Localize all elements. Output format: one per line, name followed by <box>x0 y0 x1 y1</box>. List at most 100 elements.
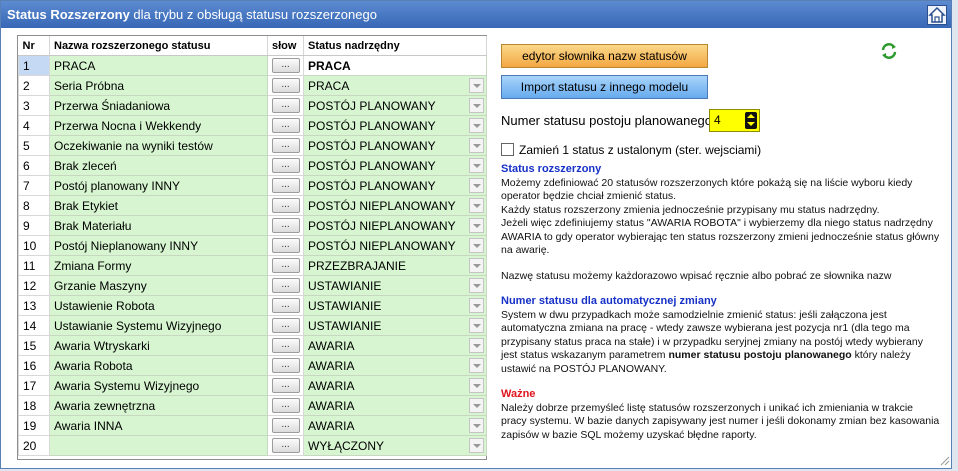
chevron-down-icon[interactable] <box>469 358 484 373</box>
status-name-cell[interactable]: Postój Nieplanowany INNY <box>49 235 268 256</box>
table-row[interactable]: 6 Brak zleceń... POSTÓJ PLANOWANY <box>18 155 487 176</box>
table-row[interactable]: 19 Awaria INNA... AWARIA <box>18 415 487 436</box>
chevron-down-icon[interactable] <box>469 138 484 153</box>
chevron-down-icon[interactable] <box>469 178 484 193</box>
table-row[interactable]: 4 Przerwa Nocna i Wekkendy... POSTÓJ PLANO… <box>18 115 487 136</box>
chevron-down-icon[interactable] <box>469 398 484 413</box>
status-name-cell[interactable]: Oczekiwanie na wyniki testów <box>49 135 268 156</box>
status-name-cell[interactable]: Awaria Systemu Wizyjnego <box>49 375 268 396</box>
dictionary-button[interactable]: ... <box>271 398 300 413</box>
table-row[interactable]: 16 Awaria Robota... AWARIA <box>18 355 487 376</box>
chevron-down-icon[interactable] <box>469 378 484 393</box>
chevron-down-icon[interactable] <box>469 158 484 173</box>
status-name-cell[interactable]: Przerwa Śniadaniowa <box>49 95 268 116</box>
dictionary-button[interactable]: ... <box>271 238 300 253</box>
table-row[interactable]: 15 Awaria Wtryskarki... AWARIA <box>18 335 487 356</box>
dictionary-button[interactable]: ... <box>271 278 300 293</box>
status-name-cell[interactable]: Awaria zewnętrzna <box>49 395 268 416</box>
status-name-cell[interactable]: Brak Etykiet <box>49 195 268 216</box>
status-name-cell[interactable]: Ustawienie Robota <box>49 295 268 316</box>
home-icon[interactable] <box>927 5 947 25</box>
parent-status-cell[interactable]: USTAWIANIE <box>303 275 487 296</box>
dictionary-button[interactable]: ... <box>271 418 300 433</box>
chevron-down-icon[interactable] <box>469 438 484 453</box>
dictionary-button[interactable]: ... <box>271 98 300 113</box>
table-row[interactable]: 5 Oczekiwanie na wyniki testów... POSTÓJ P… <box>18 135 487 156</box>
parent-status-cell[interactable]: AWARIA <box>303 355 487 376</box>
chevron-down-icon[interactable] <box>469 198 484 213</box>
chevron-down-icon[interactable] <box>469 338 484 353</box>
table-row[interactable]: 14 Ustawianie Systemu Wizyjnego... USTAWIA… <box>18 315 487 336</box>
table-row[interactable]: 1 PRACA... PRACA <box>18 55 487 76</box>
chevron-down-icon[interactable] <box>469 78 484 93</box>
chevron-down-icon[interactable] <box>469 298 484 313</box>
dictionary-button[interactable]: ... <box>271 298 300 313</box>
status-name-cell[interactable]: Brak zleceń <box>49 155 268 176</box>
dictionary-button[interactable]: ... <box>271 198 300 213</box>
table-row[interactable]: 13 Ustawienie Robota... USTAWIANIE <box>18 295 487 316</box>
parent-status-cell[interactable]: POSTÓJ PLANOWANY <box>303 115 487 136</box>
table-row[interactable]: 11 Zmiana Formy... PRZEZBRAJANIE <box>18 255 487 276</box>
parent-status-cell[interactable]: POSTÓJ NIEPLANOWANY <box>303 215 487 236</box>
checkbox-box[interactable] <box>501 143 514 156</box>
table-row[interactable]: 18 Awaria zewnętrzna... AWARIA <box>18 395 487 416</box>
status-name-cell[interactable] <box>49 435 268 456</box>
status-name-cell[interactable]: Awaria Wtryskarki <box>49 335 268 356</box>
dictionary-button[interactable]: ... <box>271 338 300 353</box>
chevron-down-icon[interactable] <box>469 98 484 113</box>
status-name-cell[interactable]: Seria Próbna <box>49 75 268 96</box>
dictionary-button[interactable]: ... <box>271 58 300 73</box>
parent-status-cell[interactable]: AWARIA <box>303 395 487 416</box>
resize-grip-icon[interactable] <box>940 453 950 466</box>
dictionary-button[interactable]: ... <box>271 218 300 233</box>
parent-status-cell[interactable]: PRZEZBRAJANIE <box>303 255 487 276</box>
parent-status-cell[interactable]: POSTÓJ NIEPLANOWANY <box>303 195 487 216</box>
parent-status-cell[interactable]: POSTÓJ PLANOWANY <box>303 135 487 156</box>
table-row[interactable]: 7 Postój planowany INNY... POSTÓJ PLANOWAN… <box>18 175 487 196</box>
parent-status-cell[interactable]: WYŁĄCZONY <box>303 435 487 456</box>
dictionary-button[interactable]: ... <box>271 378 300 393</box>
dictionary-button[interactable]: ... <box>271 318 300 333</box>
dictionary-button[interactable]: ... <box>271 138 300 153</box>
refresh-icon[interactable] <box>880 42 898 60</box>
dictionary-button[interactable]: ... <box>271 258 300 273</box>
planned-status-spinner[interactable]: 4 <box>709 109 760 132</box>
chevron-down-icon[interactable] <box>469 278 484 293</box>
chevron-down-icon[interactable] <box>469 418 484 433</box>
import-status-button[interactable]: Import statusu z innego modelu <box>501 75 708 99</box>
status-name-cell[interactable]: Ustawianie Systemu Wizyjnego <box>49 315 268 336</box>
table-row[interactable]: 9 Brak Materiału... POSTÓJ NIEPLANOWANY <box>18 215 487 236</box>
parent-status-cell[interactable]: PRACA <box>303 55 487 76</box>
status-name-cell[interactable]: Awaria INNA <box>49 415 268 436</box>
status-name-cell[interactable]: Postój planowany INNY <box>49 175 268 196</box>
dictionary-button[interactable]: ... <box>271 78 300 93</box>
parent-status-cell[interactable]: PRACA <box>303 75 487 96</box>
table-row[interactable]: 2 Seria Próbna... PRACA <box>18 75 487 96</box>
parent-status-cell[interactable]: USTAWIANIE <box>303 295 487 316</box>
status-name-cell[interactable]: Przerwa Nocna i Wekkendy <box>49 115 268 136</box>
status-name-cell[interactable]: PRACA <box>49 55 268 76</box>
parent-status-cell[interactable]: AWARIA <box>303 415 487 436</box>
status-name-cell[interactable]: Awaria Robota <box>49 355 268 376</box>
dictionary-editor-button[interactable]: edytor słownika nazw statusów <box>501 44 708 68</box>
parent-status-cell[interactable]: AWARIA <box>303 375 487 396</box>
table-row[interactable]: 17 Awaria Systemu Wizyjnego... AWARIA <box>18 375 487 396</box>
status-name-cell[interactable]: Zmiana Formy <box>49 255 268 276</box>
replace-status-checkbox[interactable]: Zamień 1 status z ustalonym (ster. wejsc… <box>501 143 761 157</box>
chevron-down-icon[interactable] <box>469 118 484 133</box>
table-row[interactable]: 20... WYŁĄCZONY <box>18 435 487 456</box>
parent-status-cell[interactable]: AWARIA <box>303 335 487 356</box>
parent-status-cell[interactable]: USTAWIANIE <box>303 315 487 336</box>
table-row[interactable]: 3 Przerwa Śniadaniowa... POSTÓJ PLANOWANY <box>18 95 487 116</box>
dictionary-button[interactable]: ... <box>271 118 300 133</box>
chevron-down-icon[interactable] <box>469 218 484 233</box>
parent-status-cell[interactable]: POSTÓJ NIEPLANOWANY <box>303 235 487 256</box>
dictionary-button[interactable]: ... <box>271 178 300 193</box>
parent-status-cell[interactable]: POSTÓJ PLANOWANY <box>303 95 487 116</box>
dictionary-button[interactable]: ... <box>271 438 300 453</box>
parent-status-cell[interactable]: POSTÓJ PLANOWANY <box>303 175 487 196</box>
spinner-arrows-icon[interactable] <box>745 112 757 129</box>
chevron-down-icon[interactable] <box>469 258 484 273</box>
dictionary-button[interactable]: ... <box>271 158 300 173</box>
chevron-down-icon[interactable] <box>469 238 484 253</box>
